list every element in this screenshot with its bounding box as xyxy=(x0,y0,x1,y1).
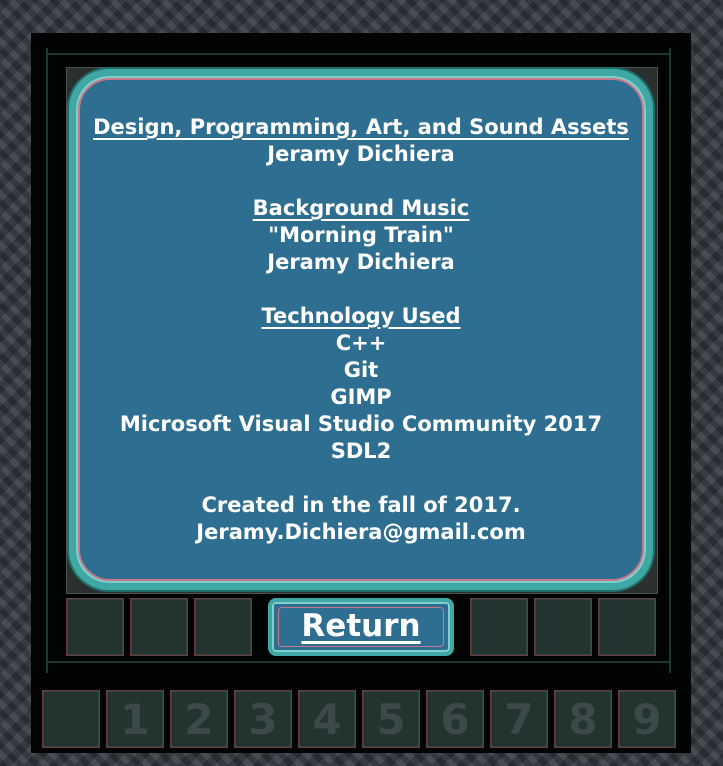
design-name: Jeramy Dichiera xyxy=(267,142,455,166)
number-key-7[interactable]: 7 xyxy=(490,690,548,748)
number-key-4[interactable]: 4 xyxy=(298,690,356,748)
contact-email: Jeramy.Dichiera@gmail.com xyxy=(196,520,526,544)
tech-heading: Technology Used xyxy=(261,304,461,328)
number-key-blank[interactable] xyxy=(42,690,100,748)
empty-slot xyxy=(194,598,252,656)
music-title: "Morning Train" xyxy=(268,223,454,247)
number-key-5[interactable]: 5 xyxy=(362,690,420,748)
design-heading: Design, Programming, Art, and Sound Asse… xyxy=(93,115,629,139)
credits-text: Design, Programming, Art, and Sound Asse… xyxy=(78,114,644,546)
tech-item-sdl2: SDL2 xyxy=(330,439,392,463)
empty-slot xyxy=(66,598,124,656)
empty-slot xyxy=(130,598,188,656)
empty-slot xyxy=(598,598,656,656)
created-note: Created in the fall of 2017. xyxy=(201,493,521,517)
number-key-2[interactable]: 2 xyxy=(170,690,228,748)
number-key-8[interactable]: 8 xyxy=(554,690,612,748)
grid-line-bottom xyxy=(46,661,671,663)
grid-line-left xyxy=(46,48,48,673)
grid-line-top xyxy=(46,53,671,55)
return-button[interactable]: Return xyxy=(268,598,454,656)
tech-item-visual-studio: Microsoft Visual Studio Community 2017 xyxy=(119,412,603,436)
tech-item-git: Git xyxy=(343,358,379,382)
music-heading: Background Music xyxy=(252,196,470,220)
music-name: Jeramy Dichiera xyxy=(267,250,455,274)
number-key-1[interactable]: 1 xyxy=(106,690,164,748)
empty-slot xyxy=(534,598,592,656)
return-button-label: Return xyxy=(301,608,421,644)
empty-slot xyxy=(470,598,528,656)
tech-item-cpp: C++ xyxy=(335,331,387,355)
tech-item-gimp: GIMP xyxy=(330,385,392,409)
number-key-6[interactable]: 6 xyxy=(426,690,484,748)
number-key-9[interactable]: 9 xyxy=(618,690,676,748)
number-key-3[interactable]: 3 xyxy=(234,690,292,748)
grid-line-right xyxy=(669,48,671,673)
